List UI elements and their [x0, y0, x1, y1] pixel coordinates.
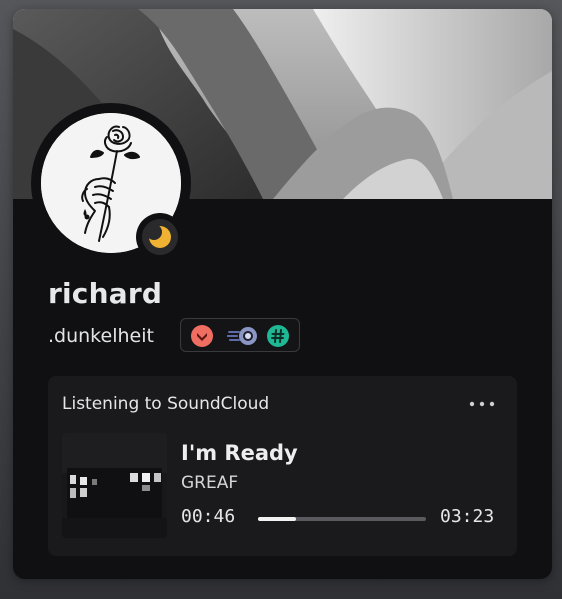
playback-progress-fill [258, 517, 297, 521]
track-title: I'm Ready [181, 441, 298, 465]
username-handle: .dunkelheit [48, 325, 154, 347]
activity-card: Listening to SoundCloud I'm Ready GREAF … [48, 376, 517, 556]
album-cover-image [62, 433, 167, 538]
status-indicator [136, 213, 184, 261]
activity-header: Listening to SoundCloud [62, 394, 270, 414]
status-background [142, 219, 178, 255]
track-artist: GREAF [181, 473, 239, 493]
time-total: 03:23 [440, 506, 495, 527]
badge-list [180, 318, 300, 352]
more-options-button[interactable] [462, 392, 502, 416]
time-elapsed: 00:46 [181, 506, 236, 527]
speed-orb-badge-icon[interactable] [226, 325, 259, 347]
idle-moon-icon [146, 224, 171, 248]
album-art[interactable] [62, 433, 167, 538]
profile-card: richard .dunkelheit Listening to SoundCl… [13, 9, 552, 579]
display-name: richard [48, 277, 163, 310]
hashtag-badge-icon[interactable] [267, 325, 289, 347]
more-horizontal-icon [469, 401, 495, 407]
playback-progress-bar [258, 517, 426, 521]
chevron-down-badge-icon[interactable] [191, 325, 213, 347]
